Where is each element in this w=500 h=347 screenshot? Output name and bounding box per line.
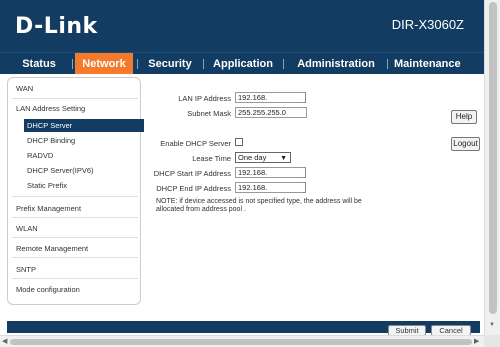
nav-application[interactable]: Application [210,53,276,75]
dhcp-start-ip-input[interactable]: 192.168. [235,167,306,178]
scroll-down-arrow-icon[interactable]: ▼ [489,322,495,328]
sidebar-divider [12,278,138,279]
note-line-1: NOTE: if device accessed is not specifie… [156,198,362,205]
lan-ip-input[interactable]: 192.168. [235,92,306,103]
vertical-scrollbar[interactable]: ▼ [484,0,500,335]
lease-time-value: One day [238,153,267,162]
scroll-right-arrow-icon[interactable]: ▶ [474,337,479,345]
sidebar-divider [12,196,138,197]
sidebar-item-radvd[interactable]: RADVD [27,151,53,160]
sidebar-item-static-prefix[interactable]: Static Prefix [27,181,67,190]
model-name: DIR-X3060Z [391,17,464,32]
enable-dhcp-label: Enable DHCP Server [160,139,231,148]
main-nav: Status Network Security Application Admi… [0,52,484,75]
sidebar-item-dhcp-server-ipv6[interactable]: DHCP Server(IPV6) [27,166,94,175]
subnet-mask-label: Subnet Mask [187,109,231,118]
dhcp-end-ip-input[interactable]: 192.168. [235,182,306,193]
nav-separator [387,59,388,69]
header-banner: D-Link DIR-X3060Z [0,0,484,52]
sidebar-item-prefix-management[interactable]: Prefix Management [16,204,81,213]
sidebar-item-sntp[interactable]: SNTP [16,265,36,274]
chevron-down-icon: ▼ [280,155,287,162]
scrollbar-thumb[interactable] [10,339,472,345]
lease-time-select[interactable]: One day ▼ [235,152,291,163]
sidebar-item-mode-configuration[interactable]: Mode configuration [16,285,80,294]
scrollbar-corner [484,335,500,347]
nav-maintenance[interactable]: Maintenance [394,53,461,75]
nav-status[interactable]: Status [9,53,69,75]
subnet-mask-input[interactable]: 255.255.255.0 [235,107,307,118]
logout-button[interactable]: Logout [451,137,480,151]
dhcp-start-ip-label: DHCP Start IP Address [153,169,231,178]
sidebar-item-dhcp-server[interactable]: DHCP Server [24,119,144,132]
nav-separator [283,59,284,69]
help-button[interactable]: Help [451,110,477,124]
sidebar-divider [12,257,138,258]
dlink-logo: D-Link [15,14,98,39]
scrollbar-thumb[interactable] [489,2,497,314]
nav-network[interactable]: Network [75,53,133,75]
lease-time-label: Lease Time [192,154,231,163]
sidebar-item-remote-management[interactable]: Remote Management [16,244,88,253]
horizontal-scrollbar[interactable]: ◀ ▶ [0,335,484,347]
input-edge [303,92,306,103]
sidebar-item-lan-address-setting[interactable]: LAN Address Setting [16,104,85,113]
sidebar-item-dhcp-binding[interactable]: DHCP Binding [27,136,75,145]
dhcp-end-ip-label: DHCP End IP Address [156,184,231,193]
nav-separator [72,59,73,69]
scroll-left-arrow-icon[interactable]: ◀ [2,337,7,345]
sidebar-divider [12,217,138,218]
lan-ip-label: LAN IP Address [178,94,231,103]
enable-dhcp-checkbox[interactable] [235,138,243,146]
sidebar-item-wlan[interactable]: WLAN [16,224,38,233]
nav-separator [203,59,204,69]
note-line-2: allocated from address pool . [156,206,246,213]
sidebar-item-wan[interactable]: WAN [16,84,33,93]
input-edge [303,167,306,178]
nav-administration[interactable]: Administration [292,53,380,75]
nav-separator [137,59,138,69]
nav-security[interactable]: Security [142,53,198,75]
sidebar-divider [12,237,138,238]
input-edge [303,182,306,193]
